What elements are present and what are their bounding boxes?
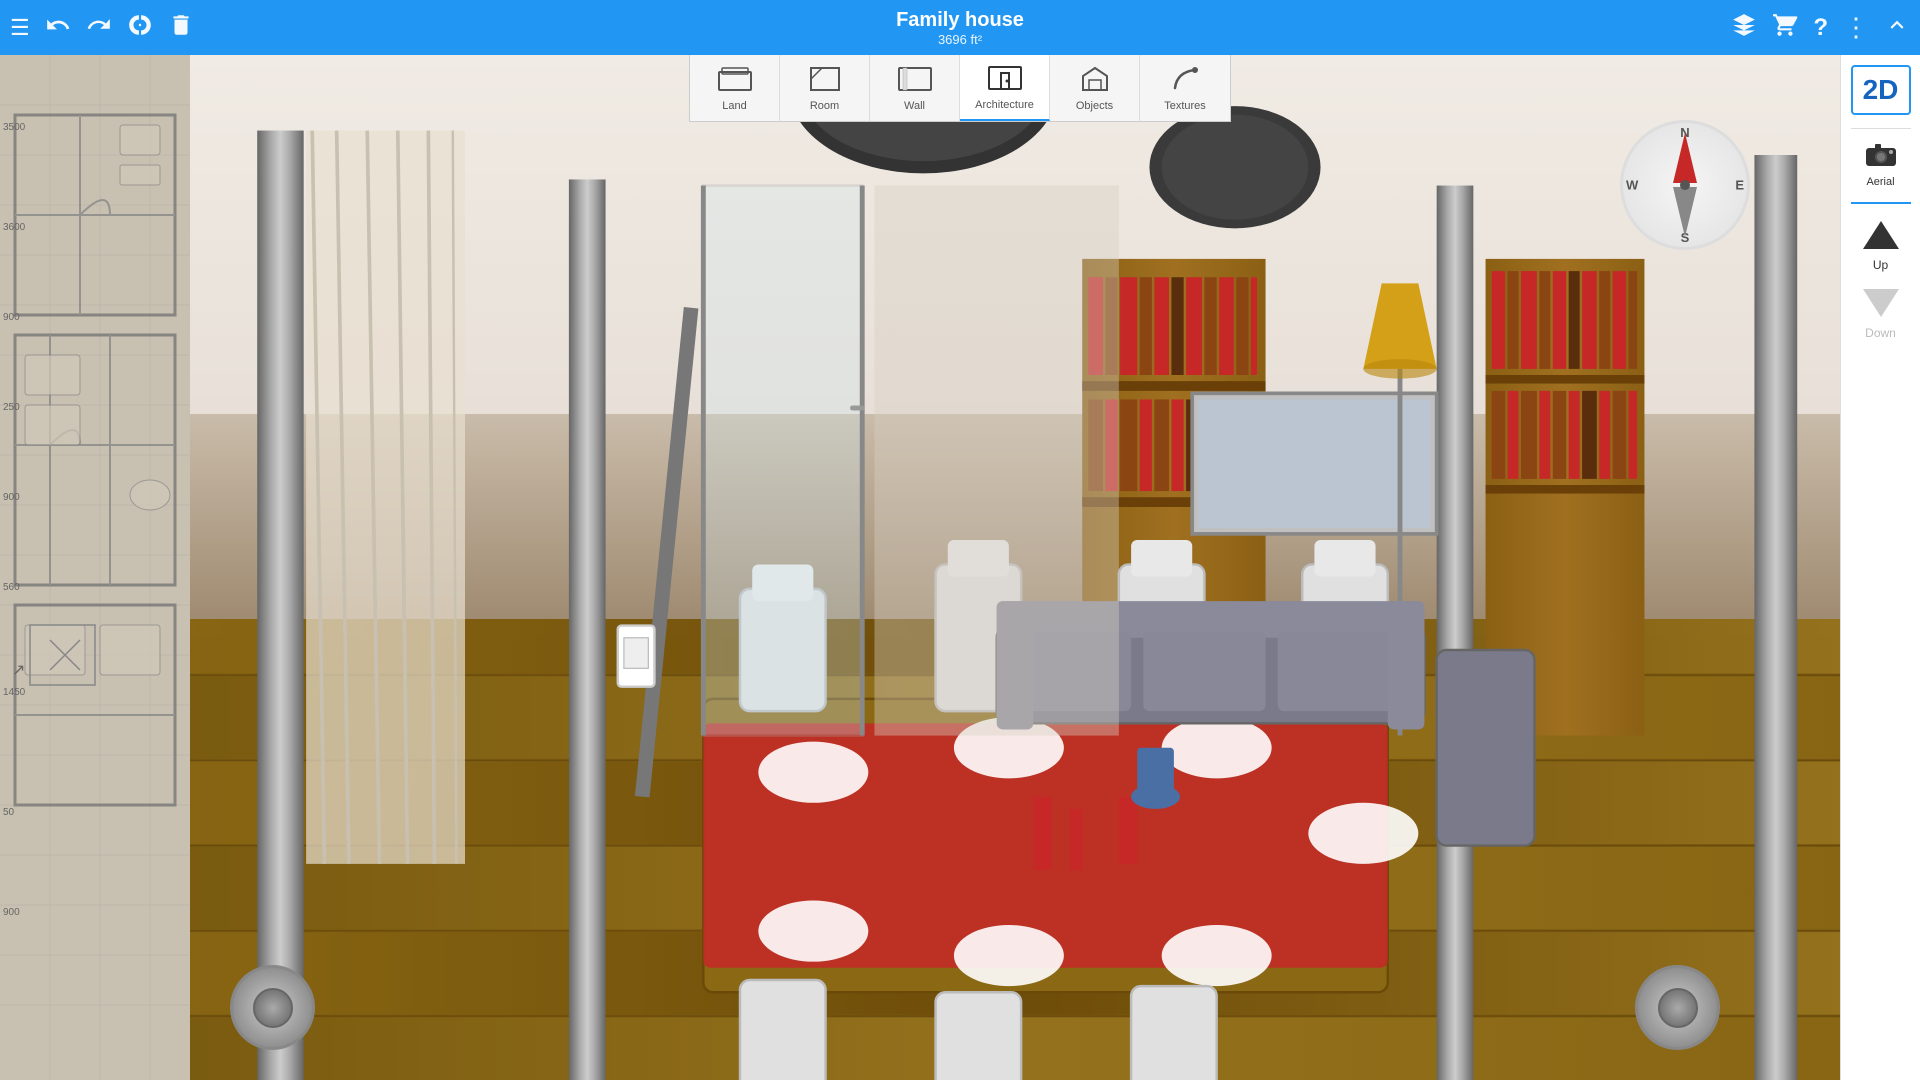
- joystick-inner-right[interactable]: [1658, 988, 1698, 1028]
- top-bar-left: ☰: [10, 12, 194, 44]
- project-size: 3696 ft²: [896, 32, 1024, 47]
- svg-text:↗: ↗: [12, 662, 25, 679]
- magnet-icon[interactable]: [127, 12, 153, 44]
- down-arrow: [1861, 285, 1901, 326]
- joystick-outer-right[interactable]: [1635, 965, 1720, 1050]
- svg-text:900: 900: [3, 907, 20, 918]
- btn-down[interactable]: Down: [1857, 281, 1905, 344]
- room-label: Room: [810, 100, 839, 112]
- land-icon: [717, 64, 753, 98]
- joystick-inner-left[interactable]: [253, 988, 293, 1028]
- camera-icon: [1863, 139, 1899, 176]
- objects-label: Objects: [1076, 100, 1113, 112]
- top-bar-center: Family house 3696 ft²: [896, 8, 1024, 47]
- architecture-icon: [987, 63, 1023, 97]
- 3d-icon[interactable]: [1731, 12, 1757, 44]
- cart-icon[interactable]: [1772, 12, 1798, 44]
- compass-needle-south: [1673, 187, 1697, 237]
- svg-text:50: 50: [3, 807, 15, 818]
- aerial-label: Aerial: [1866, 176, 1894, 188]
- trash-icon[interactable]: [168, 12, 194, 44]
- wall-icon: [897, 64, 933, 98]
- btn-2d[interactable]: 2D: [1851, 65, 1911, 115]
- land-label: Land: [722, 100, 746, 112]
- main-3d-view[interactable]: N S E W: [190, 55, 1840, 1080]
- divider-1: [1851, 128, 1911, 129]
- compass-w: W: [1626, 178, 1638, 193]
- compass-center: [1680, 180, 1690, 190]
- divider-blue: [1851, 202, 1911, 204]
- right-panel: 2D Aerial Up Down: [1840, 55, 1920, 1080]
- floor: [190, 619, 1840, 1080]
- toolbar-item-wall[interactable]: Wall: [870, 55, 960, 121]
- compass-circle: N S E W: [1620, 120, 1750, 250]
- up-label: Up: [1873, 258, 1888, 272]
- toolbar-item-textures[interactable]: Textures: [1140, 55, 1230, 121]
- compass-needle-north: [1673, 133, 1697, 183]
- toolbar: Land Room Wall Architecture Objects Text…: [689, 55, 1231, 122]
- top-bar: ☰ Family house 3696 ft² ? ⋮: [0, 0, 1920, 55]
- joystick-right[interactable]: [1635, 965, 1720, 1050]
- redo-icon[interactable]: [86, 12, 112, 44]
- textures-label: Textures: [1164, 100, 1206, 112]
- top-bar-right: ? ⋮: [1731, 12, 1910, 44]
- blueprint-left-panel: 3500 3600 900 250 900 560 1450 50 900 ↗: [0, 55, 190, 1080]
- btn-aerial[interactable]: Aerial: [1851, 134, 1911, 193]
- architecture-label: Architecture: [975, 99, 1034, 111]
- svg-text:3500: 3500: [3, 122, 26, 133]
- svg-text:900: 900: [3, 492, 20, 503]
- joystick-outer-left[interactable]: [230, 965, 315, 1050]
- svg-text:3600: 3600: [3, 222, 26, 233]
- svg-text:250: 250: [3, 402, 20, 413]
- room-icon: [807, 64, 843, 98]
- undo-icon[interactable]: [45, 12, 71, 44]
- svg-text:560: 560: [3, 582, 20, 593]
- svg-text:1450: 1450: [3, 687, 26, 698]
- toolbar-item-objects[interactable]: Objects: [1050, 55, 1140, 121]
- toolbar-item-room[interactable]: Room: [780, 55, 870, 121]
- menu-icon[interactable]: ☰: [10, 15, 30, 41]
- collapse-icon[interactable]: [1884, 12, 1910, 44]
- room-scene: N S E W: [190, 55, 1840, 1080]
- textures-icon: [1167, 64, 1203, 98]
- up-arrow: [1861, 217, 1901, 258]
- toolbar-item-architecture[interactable]: Architecture: [960, 55, 1050, 121]
- toolbar-item-land[interactable]: Land: [690, 55, 780, 121]
- compass: N S E W: [1620, 120, 1750, 250]
- more-icon[interactable]: ⋮: [1843, 12, 1869, 43]
- project-title: Family house: [896, 8, 1024, 32]
- wall-label: Wall: [904, 100, 925, 112]
- help-icon[interactable]: ?: [1813, 14, 1828, 42]
- objects-icon: [1077, 64, 1113, 98]
- compass-e: E: [1735, 178, 1744, 193]
- down-label: Down: [1865, 326, 1896, 340]
- joystick-left[interactable]: [230, 965, 315, 1050]
- btn-up[interactable]: Up: [1857, 213, 1905, 276]
- svg-text:900: 900: [3, 312, 20, 323]
